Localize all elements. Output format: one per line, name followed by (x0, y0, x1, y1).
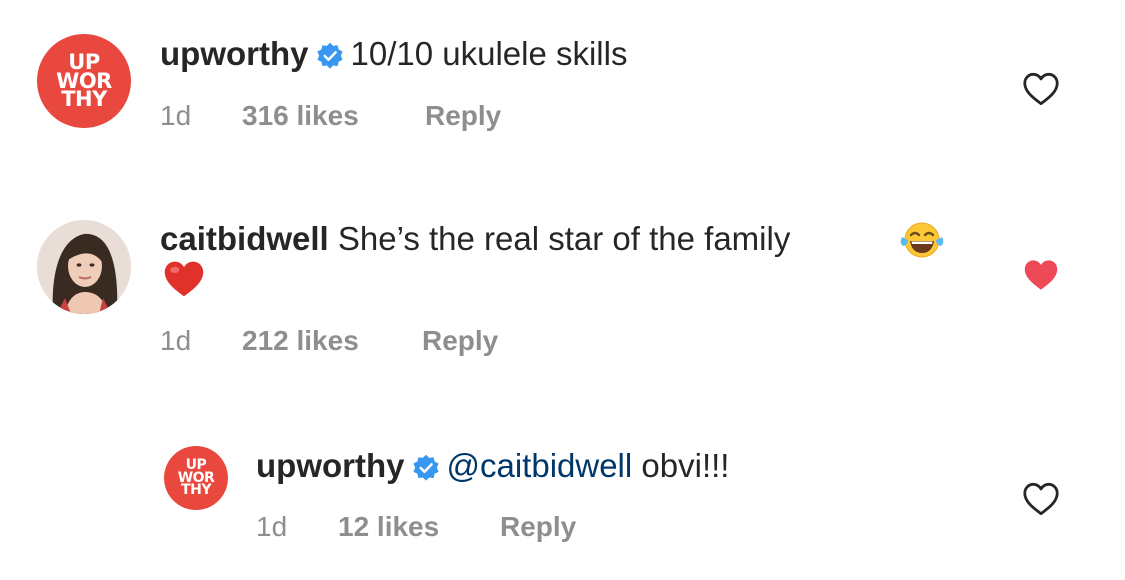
comment-reply-item: UP WOR THY upworthy @caitbidwell obvi!!! … (0, 390, 1125, 580)
reply-button[interactable]: Reply (500, 511, 576, 543)
comment-text: obvi!!! (641, 447, 730, 484)
comment-body: upworthy @caitbidwell obvi!!! (256, 446, 729, 491)
like-heart-icon[interactable] (1022, 72, 1060, 111)
username-link[interactable]: upworthy (256, 447, 404, 484)
timestamp: 1d (160, 325, 192, 356)
avatar[interactable]: UP WOR THY (164, 446, 228, 510)
comment-meta: 1d 12 likes Reply (256, 511, 656, 545)
avatar-logo-text: THY (61, 87, 107, 112)
mention-link[interactable]: @caitbidwell (446, 447, 632, 484)
likes-count[interactable]: 212 likes (242, 325, 359, 357)
like-heart-icon[interactable] (1022, 482, 1060, 521)
comment-text: 10/10 ukulele skills (350, 35, 628, 72)
comment-body: upworthy 10/10 ukulele skills (160, 34, 627, 79)
liked-heart-icon[interactable] (1022, 258, 1060, 297)
avatar-logo-text: THY (181, 482, 211, 499)
verified-badge-icon (316, 39, 344, 79)
username-link[interactable]: caitbidwell (160, 220, 329, 257)
avatar[interactable]: UP WOR THY (37, 34, 131, 128)
likes-count[interactable]: 12 likes (338, 511, 439, 543)
avatar[interactable] (37, 220, 131, 314)
username-link[interactable]: upworthy (160, 35, 308, 72)
laughing-tears-emoji (900, 220, 944, 265)
timestamp: 1d (256, 511, 288, 542)
reply-button[interactable]: Reply (422, 325, 498, 357)
comment-text: She’s the real star of the family (337, 220, 791, 257)
comment-body: caitbidwell She’s the real star of the f… (160, 219, 790, 259)
red-heart-emoji (162, 258, 206, 305)
comment-meta: 1d 212 likes Reply (160, 325, 560, 359)
likes-count[interactable]: 316 likes (242, 100, 359, 132)
verified-badge-icon (412, 451, 440, 491)
reply-button[interactable]: Reply (425, 100, 501, 132)
comment-meta: 1d 316 likes Reply (160, 100, 560, 134)
profile-photo (37, 220, 131, 314)
timestamp: 1d (160, 100, 192, 131)
comment-item: caitbidwell She’s the real star of the f… (0, 170, 1125, 390)
comment-item: UP WOR THY upworthy 10/10 ukulele skills … (0, 0, 1125, 170)
